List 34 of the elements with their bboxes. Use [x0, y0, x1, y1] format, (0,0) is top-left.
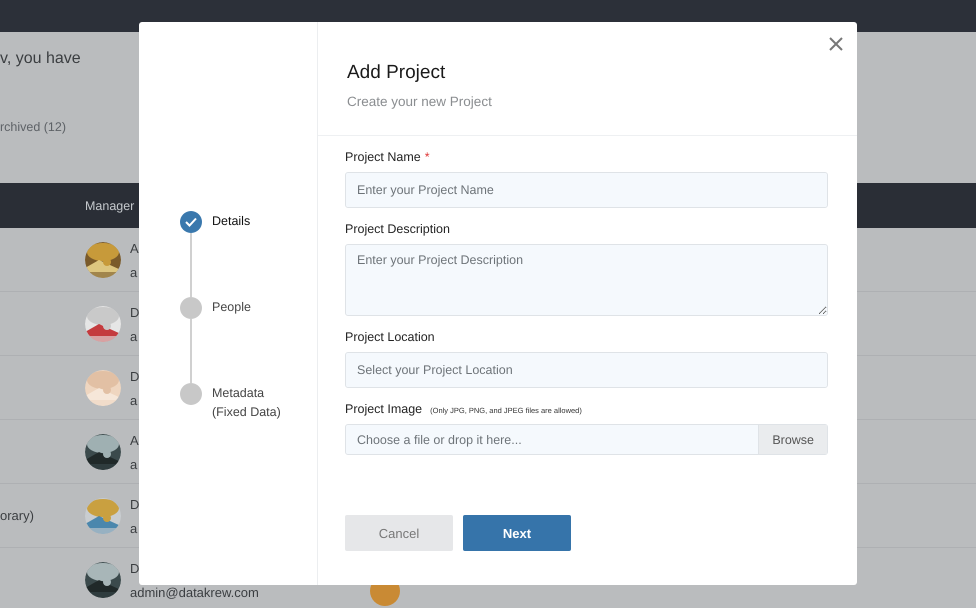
field-label: Project Description — [345, 222, 450, 236]
field-label: Project Image — [345, 402, 422, 416]
next-button[interactable]: Next — [463, 515, 571, 551]
manager-email: a — [130, 522, 138, 536]
browse-button[interactable]: Browse — [758, 425, 827, 454]
manager-email: admin@datakrew.com — [130, 586, 259, 600]
cancel-button[interactable]: Cancel — [345, 515, 453, 551]
modal-title: Add Project — [347, 62, 446, 84]
manager-email: a — [130, 458, 138, 472]
field-label: Project Name — [345, 150, 421, 164]
intro-text: v, you have — [0, 49, 81, 69]
manager-email: a — [130, 330, 138, 344]
input-field[interactable]: Enter your Project Description — [345, 244, 828, 316]
field-label: Project Location — [345, 330, 435, 344]
close-icon[interactable] — [829, 37, 843, 51]
manager-name: D — [130, 498, 140, 512]
manager-email: a — [130, 394, 138, 408]
step-label[interactable]: People — [212, 298, 292, 317]
manager-name: A — [130, 242, 139, 256]
manager-email: a — [130, 266, 138, 280]
step-label[interactable]: Details — [212, 212, 292, 231]
tab-link[interactable]: rchived (12) — [0, 119, 66, 135]
manager-name: A — [130, 434, 139, 448]
table-cell: orary) — [0, 508, 34, 523]
select-field[interactable]: Select your Project Location — [345, 352, 828, 388]
input-field[interactable]: Enter your Project Name — [345, 172, 828, 208]
column-header: Manager — [85, 198, 134, 212]
manager-name: D — [130, 306, 140, 320]
required-mark: * — [424, 150, 430, 164]
step-label[interactable]: Metadata (Fixed Data) — [212, 384, 292, 422]
modal-subtitle: Create your new Project — [347, 94, 493, 109]
manager-name: D — [130, 370, 140, 384]
manager-name: D — [130, 562, 140, 576]
file-field[interactable]: Choose a file or drop it here... Browse — [345, 424, 828, 455]
